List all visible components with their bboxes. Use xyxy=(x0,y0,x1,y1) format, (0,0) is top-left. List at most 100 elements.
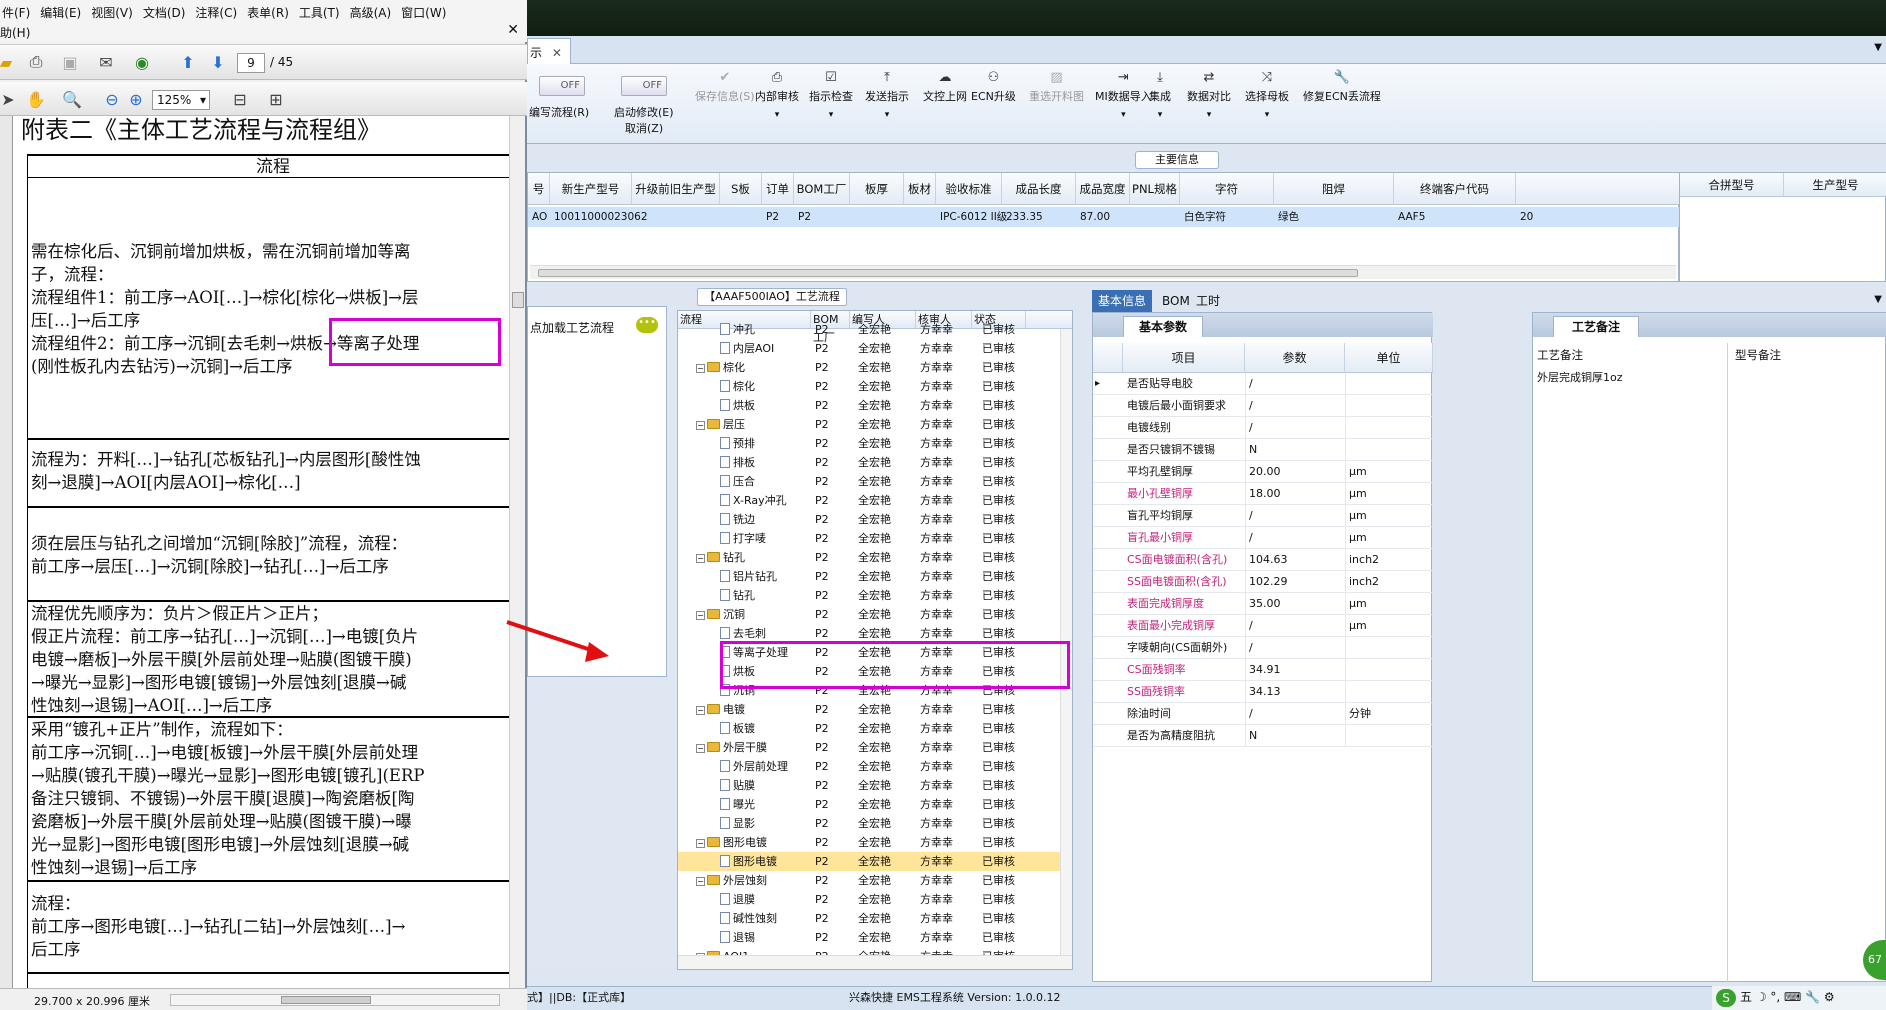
column-header[interactable]: 板厚 xyxy=(850,173,904,205)
param-value[interactable]: / xyxy=(1249,703,1253,725)
open-folder-icon[interactable]: ▰ xyxy=(0,50,18,74)
table-row[interactable]: 表面最小完成铜厚 / μm xyxy=(1093,615,1433,637)
collapse-icon[interactable]: − xyxy=(696,877,705,886)
table-cell[interactable]: AAF5 xyxy=(1394,207,1425,227)
collapse-icon[interactable]: − xyxy=(696,839,705,848)
share-icon[interactable]: ◉ xyxy=(130,50,154,74)
chat-bubble-icon[interactable]: ••• xyxy=(636,317,658,333)
print-icon[interactable]: ⎙ xyxy=(24,50,48,74)
tree-row[interactable]: 曝光 P2 全宏艳 方幸幸 已审核 xyxy=(678,795,1072,814)
column-header[interactable]: 单位 xyxy=(1345,343,1433,373)
tree-row[interactable]: 棕化 P2 全宏艳 方幸幸 已审核 xyxy=(678,377,1072,396)
tree-node[interactable]: 贴膜 xyxy=(720,776,755,795)
table-row[interactable]: 表面完成铜厚度 35.00 μm xyxy=(1093,593,1433,615)
column-header[interactable]: 号 xyxy=(528,173,550,205)
main-grid-scrollbar[interactable] xyxy=(530,265,1676,279)
tree-row[interactable]: X-Ray冲孔 P2 全宏艳 方幸幸 已审核 xyxy=(678,491,1072,510)
select-cursor-icon[interactable]: ➤ xyxy=(0,87,20,111)
basic-params-tab[interactable]: 基本参数 xyxy=(1123,316,1203,337)
tree-node[interactable]: 退膜 xyxy=(720,890,755,909)
sogou-ime-icon[interactable]: S xyxy=(1716,989,1736,1007)
tree-row[interactable]: − 钻孔 P2 全宏艳 方幸幸 已审核 xyxy=(678,548,1072,567)
param-value[interactable]: / xyxy=(1249,505,1253,527)
param-value[interactable]: N xyxy=(1249,439,1257,461)
chevron-down-icon[interactable]: ▾ xyxy=(1245,110,1289,120)
tree-node[interactable]: 预排 xyxy=(720,434,755,453)
param-value[interactable]: 104.63 xyxy=(1249,549,1288,571)
table-cell[interactable]: 20 xyxy=(1516,207,1533,227)
chevron-down-icon[interactable]: ▾ xyxy=(1095,110,1152,120)
column-header[interactable]: 新生产型号 xyxy=(550,173,632,205)
table-row[interactable]: ▸ 是否贴导电胶 / xyxy=(1093,373,1433,395)
tree-row[interactable]: 外层前处理 P2 全宏艳 方幸幸 已审核 xyxy=(678,757,1072,776)
column-header[interactable]: 工艺备注 xyxy=(1537,347,1583,363)
param-value[interactable]: / xyxy=(1249,395,1253,417)
tree-row[interactable]: 铣边 P2 全宏艳 方幸幸 已审核 xyxy=(678,510,1072,529)
column-header[interactable]: PNL规格 xyxy=(1130,173,1180,205)
wrench-button[interactable]: 🔧 修复ECN丢流程 xyxy=(1303,68,1381,104)
write-flow-toggle[interactable]: OFF xyxy=(539,76,585,96)
tree-row[interactable]: 图形电镀 P2 全宏艳 方幸幸 已审核 xyxy=(678,852,1072,871)
column-header[interactable]: 项目 xyxy=(1123,343,1245,373)
param-value[interactable]: N xyxy=(1249,725,1257,747)
param-value[interactable]: / xyxy=(1249,373,1253,395)
table-cell[interactable]: AO xyxy=(528,207,547,227)
shuffle-button[interactable]: ⤨ 选择母板 ▾ xyxy=(1245,68,1289,120)
pdf-horizontal-scrollbar[interactable] xyxy=(170,994,500,1006)
table-row[interactable]: 平均孔壁铜厚 20.00 μm xyxy=(1093,461,1433,483)
page-number-input[interactable]: 9 xyxy=(237,53,265,73)
collapse-icon[interactable]: − xyxy=(696,611,705,620)
tree-row[interactable]: 排板 P2 全宏艳 方幸幸 已审核 xyxy=(678,453,1072,472)
column-header[interactable]: S板 xyxy=(720,173,762,205)
table-cell[interactable]: 87.00 xyxy=(1076,207,1110,227)
tree-node[interactable]: 冲孔 xyxy=(720,320,755,339)
param-value[interactable]: 20.00 xyxy=(1249,461,1281,483)
column-header[interactable]: 生产型号 xyxy=(1784,173,1886,197)
tree-node[interactable]: − 棕化 xyxy=(696,358,745,377)
tree-row[interactable]: − 外层蚀刻 P2 全宏艳 方幸幸 已审核 xyxy=(678,871,1072,890)
table-row[interactable]: AO 10011000023062 P2 P2 IPC-6012 II级 233.35 87… xyxy=(528,207,1680,227)
tree-node[interactable]: 压合 xyxy=(720,472,755,491)
tree-node[interactable]: 碱性蚀刻 xyxy=(720,909,777,928)
tree-row[interactable]: 烘板 P2 全宏艳 方幸幸 已审核 xyxy=(678,396,1072,415)
note-tab[interactable]: 工艺备注 xyxy=(1553,316,1639,337)
table-row[interactable]: 盲孔最小铜厚 / μm xyxy=(1093,527,1433,549)
tree-row[interactable]: − 层压 P2 全宏艳 方幸幸 已审核 xyxy=(678,415,1072,434)
tree-node[interactable]: 钻孔 xyxy=(720,586,755,605)
write-flow-label[interactable]: 编写流程(R) xyxy=(529,104,589,120)
tree-row[interactable]: 钻孔 P2 全宏艳 方幸幸 已审核 xyxy=(678,586,1072,605)
pdf-vertical-scrollbar[interactable] xyxy=(509,116,525,988)
tree-node[interactable]: 显影 xyxy=(720,814,755,833)
check-button[interactable]: ✔ 保存信息(S) xyxy=(695,68,755,104)
scroll-thumb[interactable] xyxy=(538,269,1358,277)
column-header[interactable]: 验收标准 xyxy=(936,173,1002,205)
table-row[interactable]: 字唛朝向(CS面朝外) / xyxy=(1093,637,1433,659)
param-value[interactable]: 34.13 xyxy=(1249,681,1281,703)
image-button[interactable]: ▨ 重选开料图 xyxy=(1029,68,1084,104)
table-cell[interactable]: P2 xyxy=(794,207,811,227)
tree-node[interactable]: 曝光 xyxy=(720,795,755,814)
param-value[interactable]: 102.29 xyxy=(1249,571,1288,593)
tree-node[interactable]: 图形电镀 xyxy=(720,852,777,871)
cancel-label[interactable]: 取消(Z) xyxy=(625,120,663,136)
tree-node[interactable]: − 图形电镀 xyxy=(696,833,767,852)
zoom-select[interactable]: 125% ▾ xyxy=(152,90,210,110)
table-cell[interactable]: 白色字符 xyxy=(1180,207,1226,227)
tree-node[interactable]: − 沉铜 xyxy=(696,605,745,624)
column-header[interactable]: 字符 xyxy=(1180,173,1274,205)
zoom-tool-icon[interactable]: 🔍 xyxy=(60,87,84,111)
tree-row[interactable]: − 电镀 P2 全宏艳 方幸幸 已审核 xyxy=(678,700,1072,719)
table-row[interactable]: 最小孔壁铜厚 18.00 μm xyxy=(1093,483,1433,505)
chevron-down-icon[interactable]: ▾ xyxy=(200,91,206,109)
tree-row[interactable]: 冲孔 P2 全宏艳 方幸幸 已审核 xyxy=(678,320,1072,339)
column-header[interactable]: 合拼型号 xyxy=(1680,173,1784,197)
chevron-down-icon[interactable]: ▾ xyxy=(809,110,853,120)
save-icon[interactable]: ▣ xyxy=(58,50,82,74)
tree-node[interactable]: 排板 xyxy=(720,453,755,472)
menu-item[interactable]: 工具(T) xyxy=(297,4,348,21)
users-button[interactable]: ⚇ ECN升级 xyxy=(971,68,1016,104)
tree-node[interactable]: 外层前处理 xyxy=(720,757,788,776)
tree-node[interactable]: X-Ray冲孔 xyxy=(720,491,787,510)
tree-row[interactable]: − 图形电镀 P2 全宏艳 方幸幸 已审核 xyxy=(678,833,1072,852)
column-header[interactable]: 成品长度 xyxy=(1002,173,1076,205)
